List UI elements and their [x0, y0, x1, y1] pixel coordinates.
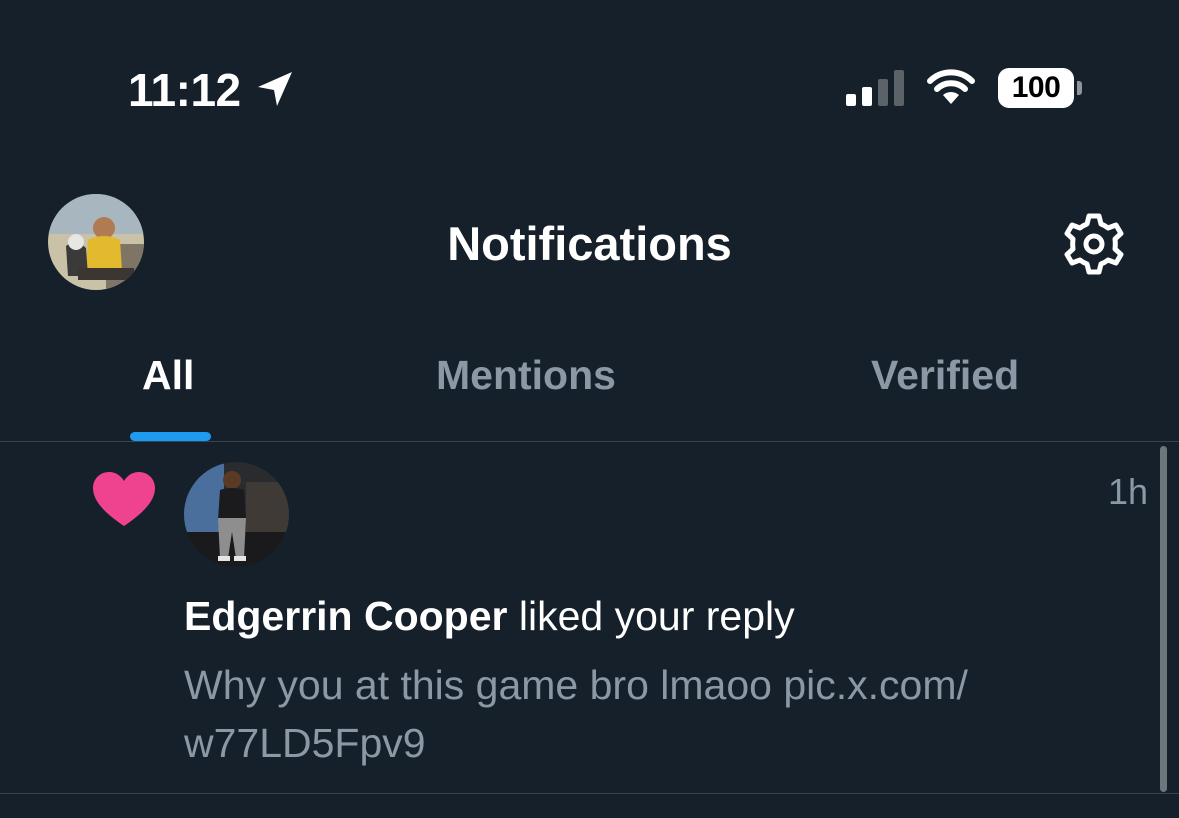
active-tab-indicator — [130, 432, 211, 441]
notification-time: 1h — [1108, 471, 1149, 512]
notifications-screen: 11:12 100 Notifications All Mentions Ver… — [0, 0, 1179, 818]
status-time: 11:12 — [128, 64, 241, 116]
battery-nub — [1077, 81, 1082, 95]
actor-photo — [184, 462, 289, 567]
wifi-icon — [927, 69, 975, 104]
actor-name[interactable]: Edgerrin Cooper — [184, 593, 507, 639]
reply-preview: Why you at this game bro lmaoo pic.x.com… — [184, 662, 968, 766]
page-title: Notifications — [447, 217, 732, 270]
notification-divider — [0, 793, 1179, 794]
tabs-divider — [0, 441, 1179, 442]
notification-text: Edgerrin Cooper liked your reply — [184, 590, 795, 642]
scrollbar[interactable] — [1160, 446, 1167, 792]
tab-verified[interactable]: Verified — [871, 348, 1019, 402]
location-arrow-icon — [258, 72, 292, 106]
notification-action: liked your reply — [518, 593, 795, 639]
settings-gear-icon[interactable] — [1060, 210, 1128, 278]
actor-avatar[interactable] — [184, 462, 289, 567]
tab-all[interactable]: All — [142, 348, 194, 402]
cellular-signal-icon — [846, 70, 904, 106]
heart-icon — [93, 472, 155, 526]
battery-indicator: 100 — [998, 68, 1074, 108]
tab-mentions[interactable]: Mentions — [436, 348, 616, 402]
